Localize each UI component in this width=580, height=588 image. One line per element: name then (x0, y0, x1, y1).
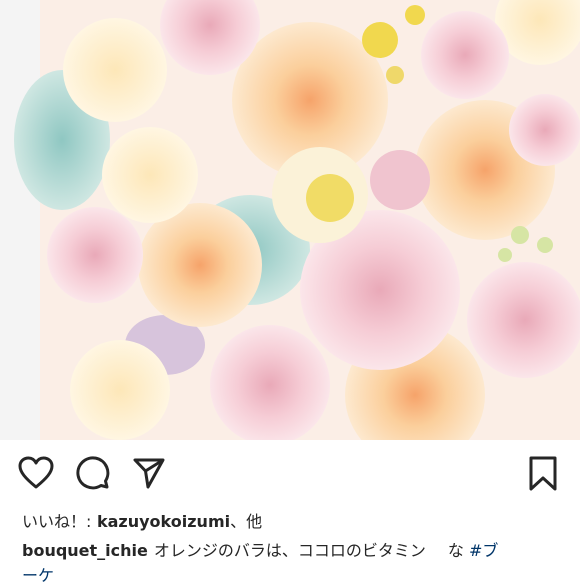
bookmark-icon[interactable] (528, 456, 558, 492)
caption: bouquet_ichie オレンジのバラは、ココロのビタミン な #ブ ーケ (22, 538, 562, 588)
hashtag-start[interactable]: #ブ (469, 541, 498, 560)
caption-text: オレンジのバラは、ココロのビタミン (153, 541, 426, 560)
heart-icon[interactable] (18, 456, 54, 490)
likes-prefix: いいね！: (22, 512, 92, 531)
send-icon[interactable] (132, 456, 166, 490)
post-image[interactable] (0, 0, 580, 440)
caption-tail: な (447, 541, 464, 560)
hashtag-end[interactable]: ーケ (22, 566, 54, 585)
comment-icon[interactable] (76, 456, 110, 490)
bouquet-illustration (0, 0, 580, 440)
likes-suffix[interactable]: 、他 (230, 512, 262, 531)
likes-username[interactable]: kazuyokoizumi (97, 512, 230, 531)
author-username[interactable]: bouquet_ichie (22, 541, 148, 560)
likes-line: いいね！: kazuyokoizumi、他 (22, 508, 262, 532)
action-bar (0, 440, 580, 506)
